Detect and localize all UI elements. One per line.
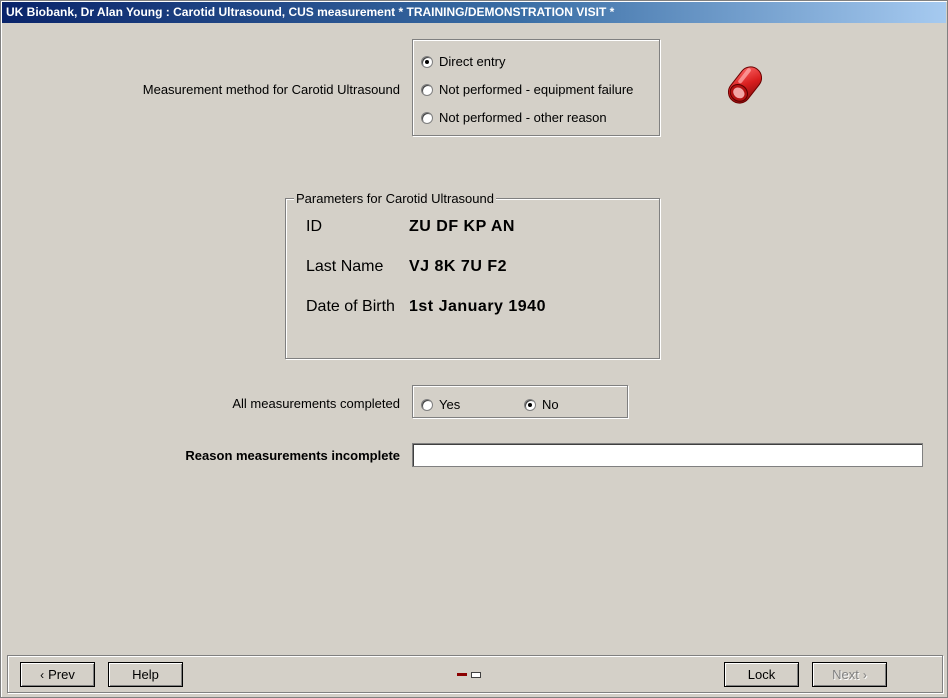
last-name-label: Last Name xyxy=(306,258,384,275)
radio-button[interactable] xyxy=(524,398,536,411)
date-of-birth-value: 1st January 1940 xyxy=(409,298,546,315)
help-button[interactable]: Help xyxy=(108,662,183,687)
parameters-legend: Parameters for Carotid Ultrasound xyxy=(294,191,496,206)
radio-button[interactable] xyxy=(421,398,433,411)
next-button[interactable]: Next › xyxy=(812,662,887,687)
radio-button[interactable] xyxy=(421,55,433,68)
page-indicator xyxy=(457,672,481,678)
radio-button[interactable] xyxy=(421,83,433,96)
application-window: UK Biobank, Dr Alan Young : Carotid Ultr… xyxy=(0,0,948,698)
reason-label: Reason measurements incomplete xyxy=(185,448,400,463)
window-title: UK Biobank, Dr Alan Young : Carotid Ultr… xyxy=(2,2,946,23)
chevron-right-icon: › xyxy=(862,667,867,682)
date-of-birth-label: Date of Birth xyxy=(306,298,395,315)
completed-option-label: No xyxy=(542,397,559,412)
method-option-label: Not performed - other reason xyxy=(439,110,607,125)
lock-button[interactable]: Lock xyxy=(724,662,799,687)
page-dot xyxy=(471,672,481,678)
method-option-direct-entry[interactable]: Direct entry xyxy=(421,54,505,69)
id-value: ZU DF KP AN xyxy=(409,218,515,235)
last-name-value: VJ 8K 7U F2 xyxy=(409,258,507,275)
prev-button-label: Prev xyxy=(48,667,75,682)
probe-icon xyxy=(727,66,763,104)
method-option-label: Not performed - equipment failure xyxy=(439,82,634,97)
completed-option-no[interactable]: No xyxy=(524,397,559,412)
method-option-label: Direct entry xyxy=(439,54,506,69)
chevron-left-icon: ‹ xyxy=(40,667,45,682)
completed-label: All measurements completed xyxy=(232,396,400,411)
radio-button[interactable] xyxy=(421,111,433,124)
next-button-label: Next xyxy=(832,667,859,682)
prev-button[interactable]: ‹ Prev xyxy=(20,662,95,687)
help-button-label: Help xyxy=(132,667,159,682)
id-label: ID xyxy=(306,218,322,235)
method-option-equipment-failure[interactable]: Not performed - equipment failure xyxy=(421,82,633,97)
page-dot-active xyxy=(457,673,467,676)
method-label: Measurement method for Carotid Ultrasoun… xyxy=(142,82,400,97)
method-option-other-reason[interactable]: Not performed - other reason xyxy=(421,110,607,125)
reason-input[interactable] xyxy=(412,443,923,467)
completed-option-label: Yes xyxy=(439,397,461,412)
completed-option-yes[interactable]: Yes xyxy=(421,397,460,412)
lock-button-label: Lock xyxy=(747,667,776,682)
